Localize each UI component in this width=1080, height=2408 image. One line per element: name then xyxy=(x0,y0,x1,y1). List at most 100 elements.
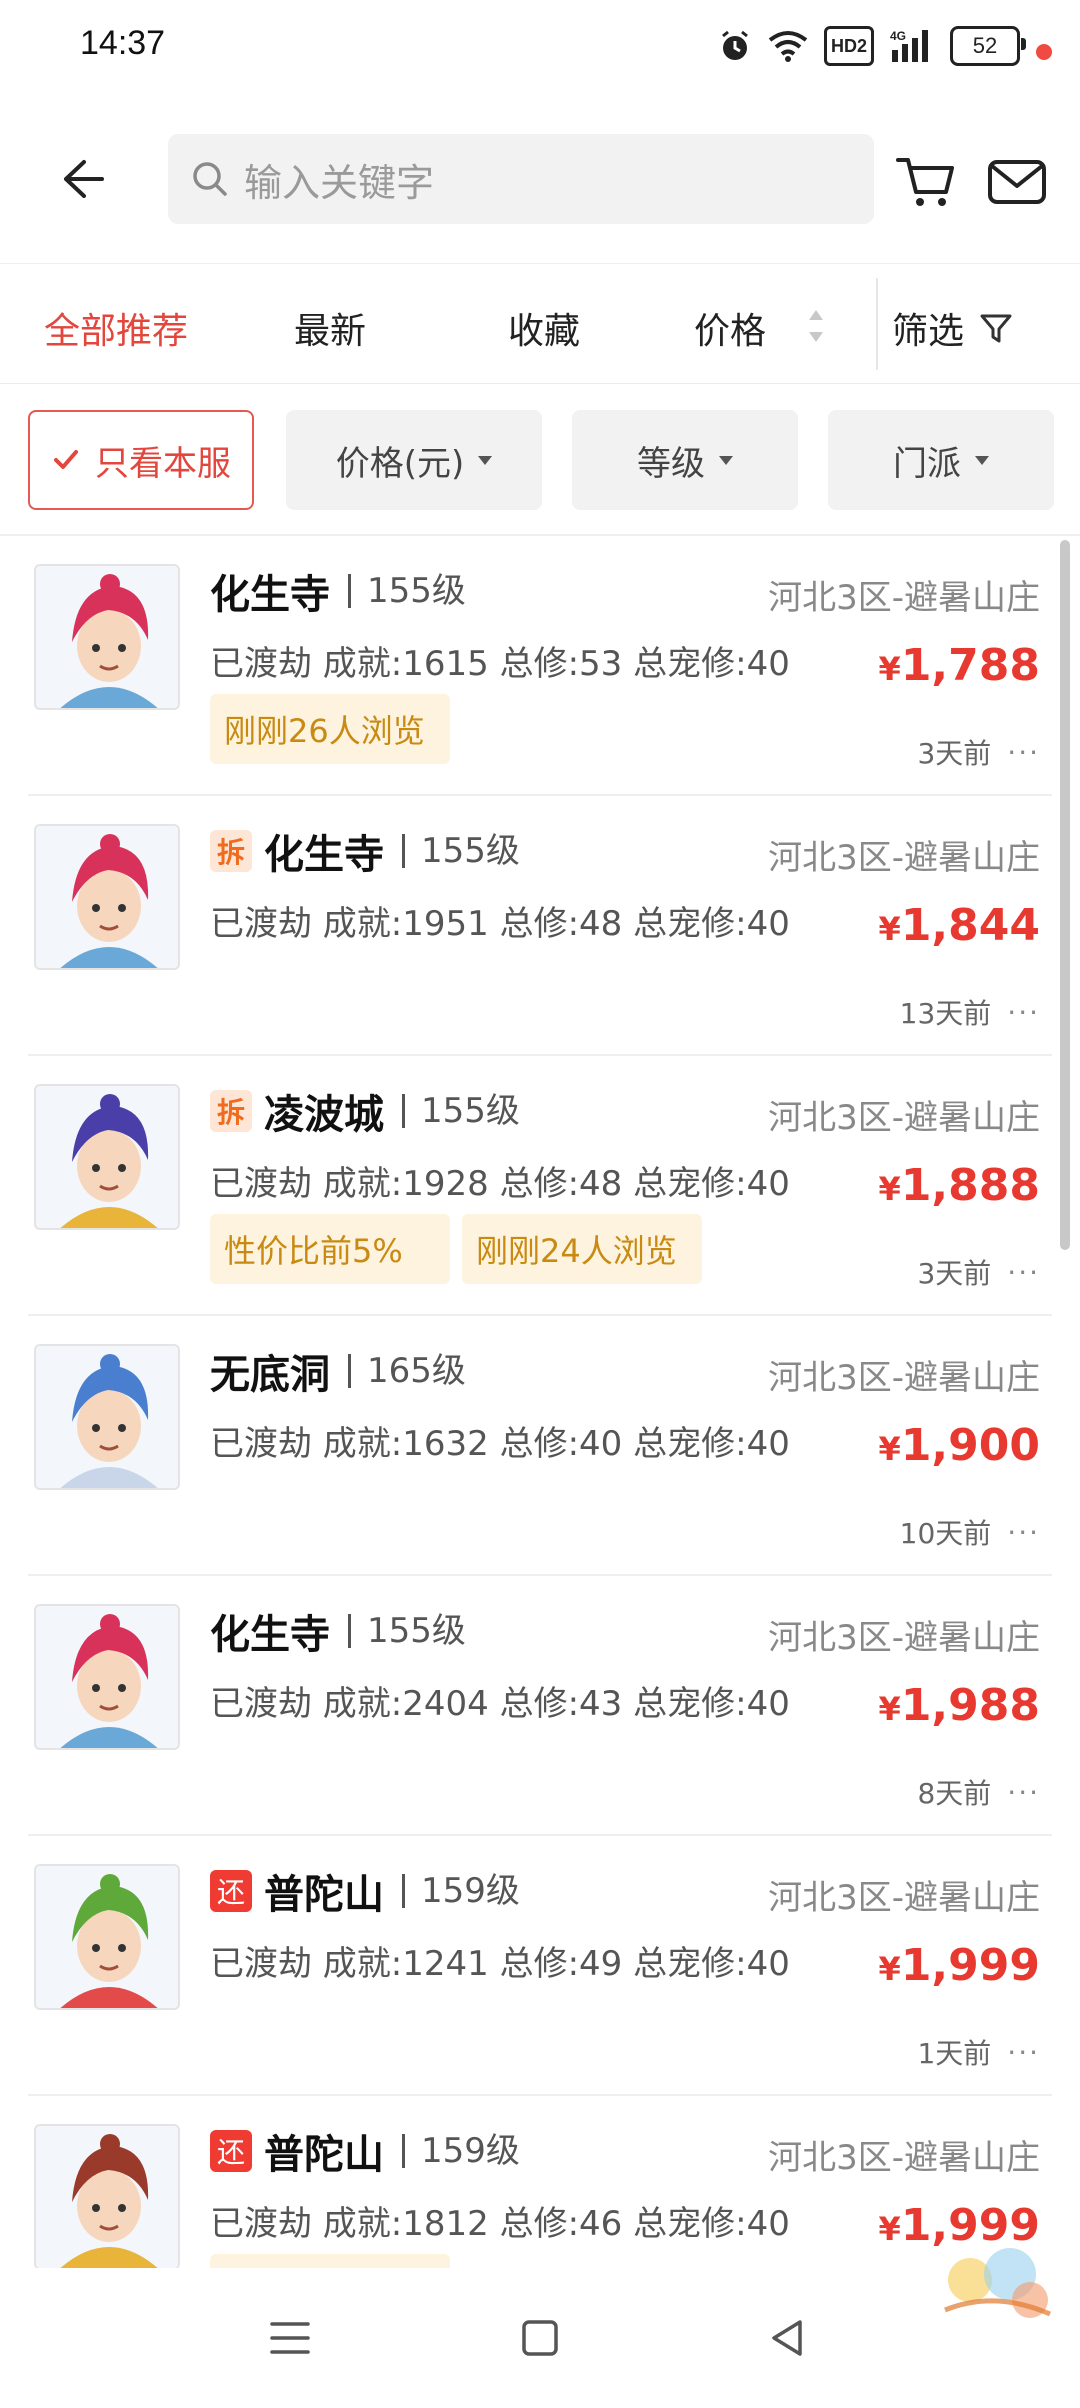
status-time: 14:37 xyxy=(80,24,166,62)
more-options-icon[interactable]: ··· xyxy=(1007,1516,1040,1549)
chip-level-label: 等级 xyxy=(637,443,705,484)
alarm-icon xyxy=(718,26,752,66)
arrow-left-icon xyxy=(64,160,104,198)
character-stats: 已渡劫 成就:1951 总修:48 总宠修:40 xyxy=(210,904,790,944)
caret-down-icon xyxy=(975,455,989,465)
listing-tags: 刚刚26人浏览 xyxy=(210,694,450,764)
tab-favorites[interactable]: 收藏 xyxy=(508,302,580,354)
currency-symbol: ¥ xyxy=(878,1690,901,1728)
school-name: 普陀山 xyxy=(264,2132,384,2178)
triangle-back-icon xyxy=(772,2320,802,2356)
listing-badge: 拆 xyxy=(210,830,252,872)
listing-time-row: 13天前 ··· xyxy=(900,992,1040,1032)
listing-tag: 刚刚24人浏览 xyxy=(462,1214,702,1284)
cart-icon xyxy=(896,158,954,206)
sort-tabs: 全部推荐 最新 收藏 价格 筛选 xyxy=(0,264,1080,384)
system-nav-bar xyxy=(0,2268,1080,2408)
listing-price: ¥1,999 xyxy=(879,1940,1040,1991)
character-stats: 已渡劫 成就:1812 总修:46 总宠修:40 xyxy=(210,2204,790,2244)
battery-icon: 52 xyxy=(950,26,1026,66)
listing-time-row: 3天前 ··· xyxy=(917,732,1040,772)
character-level: 155级 xyxy=(402,834,520,868)
school-name: 无底洞 xyxy=(210,1352,330,1398)
chip-school[interactable]: 门派 xyxy=(828,410,1054,510)
message-button[interactable] xyxy=(984,148,1050,214)
menu-button[interactable] xyxy=(258,2306,322,2370)
school-name: 凌波城 xyxy=(264,1092,384,1138)
filter-button[interactable]: 筛选 xyxy=(892,302,1014,354)
listing-time-row: 8天前 ··· xyxy=(917,1772,1040,1812)
check-icon xyxy=(54,450,78,469)
home-square-icon xyxy=(522,2320,558,2356)
network-label: 4G xyxy=(890,29,906,43)
search-input[interactable]: 输入关键字 xyxy=(168,134,874,224)
listing-list[interactable]: 化生寺 155级 河北3区-避暑山庄 已渡劫 成就:1615 总修:53 总宠修:40… xyxy=(0,536,1080,2268)
cart-button[interactable] xyxy=(892,148,958,214)
price-value: 1,844 xyxy=(900,900,1040,951)
listing-price: ¥1,900 xyxy=(879,1420,1040,1471)
listing-card[interactable]: 无底洞 165级 河北3区-避暑山庄 已渡劫 成就:1632 总修:40 总宠修:40… xyxy=(0,1316,1080,1576)
listing-time-row: 10天前 ··· xyxy=(900,1512,1040,1552)
listing-time: 13天前 xyxy=(899,997,992,1030)
character-avatar xyxy=(34,824,180,970)
listing-price: ¥1,988 xyxy=(879,1680,1040,1731)
listing-tags: 性价比前5% 刚刚24人浏览 xyxy=(210,1214,702,1284)
character-avatar xyxy=(34,2124,180,2268)
character-avatar xyxy=(34,1344,180,1490)
status-icons: HD2 4G 52 xyxy=(718,26,1026,66)
chip-level[interactable]: 等级 xyxy=(572,410,798,510)
character-stats: 已渡劫 成就:1928 总修:48 总宠修:40 xyxy=(210,1164,790,1204)
tab-recommended[interactable]: 全部推荐 xyxy=(44,302,188,354)
listing-card[interactable]: 化生寺 155级 河北3区-避暑山庄 已渡劫 成就:2404 总修:43 总宠修:40… xyxy=(0,1576,1080,1836)
listing-tag xyxy=(210,2254,450,2268)
sort-arrows-icon xyxy=(809,310,823,342)
character-avatar xyxy=(34,1604,180,1750)
caret-down-icon xyxy=(719,455,733,465)
chip-only-this-server[interactable]: 只看本服 xyxy=(28,410,254,510)
listing-title-row: 还普陀山 159级 xyxy=(210,1862,520,1920)
more-options-icon[interactable]: ··· xyxy=(1007,1776,1040,1809)
listing-card[interactable]: 拆化生寺 155级 河北3区-避暑山庄已渡劫 成就:1951 总修:48 总宠修:4… xyxy=(0,796,1080,1056)
character-level: 155级 xyxy=(348,1614,466,1648)
server-name: 河北3区-避暑山庄 xyxy=(768,2138,1040,2178)
more-options-icon[interactable]: ··· xyxy=(1007,1256,1040,1289)
character-avatar xyxy=(34,1084,180,1230)
tab-newest[interactable]: 最新 xyxy=(294,302,366,354)
price-value: 1,999 xyxy=(900,1940,1040,1991)
more-options-icon[interactable]: ··· xyxy=(1007,2036,1040,2069)
chip-price-label: 价格(元) xyxy=(335,443,465,484)
back-nav-button[interactable] xyxy=(756,2306,820,2370)
scrollbar[interactable] xyxy=(1060,540,1070,1250)
server-name: 河北3区-避暑山庄 xyxy=(768,838,1040,878)
currency-symbol: ¥ xyxy=(878,910,901,948)
listing-tag: 性价比前5% xyxy=(210,1214,450,1284)
listing-card[interactable]: 化生寺 155级 河北3区-避暑山庄 已渡劫 成就:1615 总修:53 总宠修:40… xyxy=(0,536,1080,796)
listing-badge: 还 xyxy=(210,1870,252,1912)
price-value: 1,888 xyxy=(900,1160,1040,1211)
price-value: 1,900 xyxy=(900,1420,1040,1471)
more-options-icon[interactable]: ··· xyxy=(1007,996,1040,1029)
currency-symbol: ¥ xyxy=(878,2210,901,2248)
character-stats: 已渡劫 成就:1241 总修:49 总宠修:40 xyxy=(210,1944,790,1984)
home-button[interactable] xyxy=(508,2306,572,2370)
listing-card[interactable]: 还普陀山 159级 河北3区-避暑山庄 已渡劫 成就:1241 总修:49 总宠修:4… xyxy=(0,1836,1080,2096)
listing-badge: 拆 xyxy=(210,1090,252,1132)
character-avatar xyxy=(34,1864,180,2010)
listing-card[interactable]: 还普陀山 159级 河北3区-避暑山庄 已渡劫 成就:1812 总修:46 总宠修:4… xyxy=(0,2096,1080,2268)
listing-title-row: 拆化生寺 155级 xyxy=(210,822,520,880)
signal-icon: 4G xyxy=(890,26,934,66)
price-value: 1,788 xyxy=(900,640,1040,691)
character-level: 155级 xyxy=(348,574,466,608)
currency-symbol: ¥ xyxy=(878,1170,901,1208)
tab-price[interactable]: 价格 xyxy=(694,302,766,354)
search-icon xyxy=(193,162,227,196)
listing-tags xyxy=(210,2254,450,2268)
tab-divider xyxy=(876,278,878,370)
listing-card[interactable]: 拆凌波城 155级 河北3区-避暑山庄 已渡劫 成就:1928 总修:48 总宠修:4… xyxy=(0,1056,1080,1316)
listing-time: 1天前 xyxy=(917,2037,992,2070)
listing-price: ¥1,844 xyxy=(879,900,1040,951)
back-button[interactable] xyxy=(46,144,116,214)
more-options-icon[interactable]: ··· xyxy=(1007,736,1040,769)
chip-price[interactable]: 价格(元) xyxy=(286,410,542,510)
notification-dot xyxy=(1036,44,1052,60)
